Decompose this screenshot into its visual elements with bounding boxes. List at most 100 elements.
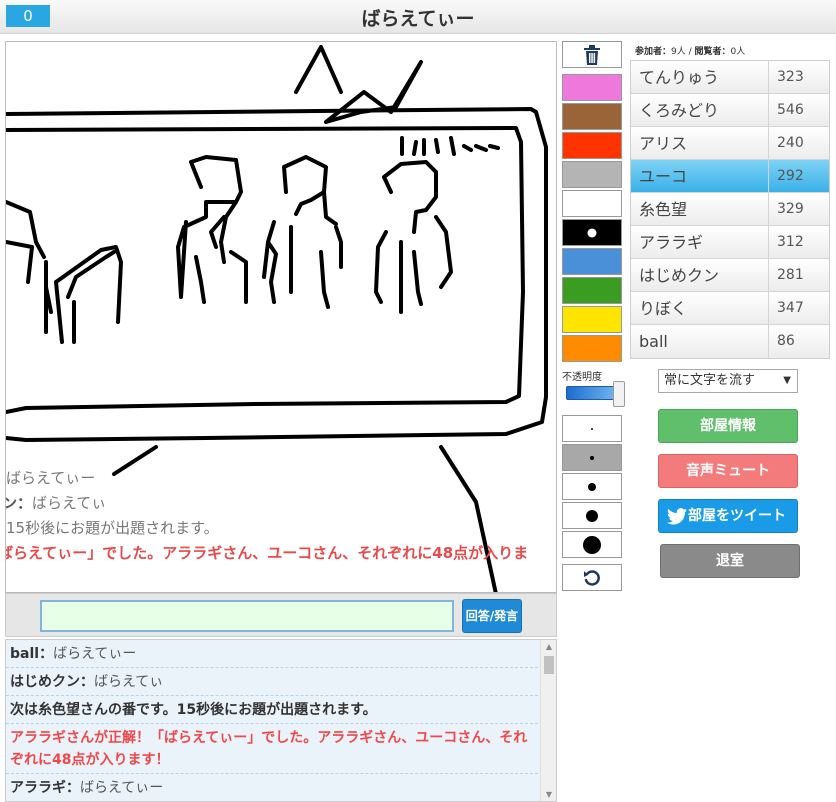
mute-button[interactable]: 音声ミュート bbox=[658, 454, 798, 488]
answer-button[interactable]: 回答/発言 bbox=[462, 599, 522, 633]
viewers-count: 0人 bbox=[730, 47, 746, 57]
scroll-thumb[interactable] bbox=[544, 656, 554, 674]
player-row: ball 86 bbox=[631, 325, 829, 358]
player-name: ユーコ bbox=[639, 167, 688, 186]
color-swatch-yellow[interactable] bbox=[562, 306, 622, 333]
flow-text: ばらえてぃ bbox=[32, 494, 107, 512]
player-row: アリス 240 bbox=[631, 127, 829, 160]
opacity-track bbox=[566, 386, 616, 400]
flow-message: ばらえてぃー」でした。アララギさん、ユーコさん、それぞれに48点が入りま bbox=[6, 542, 528, 563]
log-text: 次は糸色望さんの番です。15秒後にお題が出題されます。 bbox=[10, 702, 377, 718]
player-list: てんりゅう 323 くろみどり 546 アリス 240 ユーコ 292 糸色望 329 ア… bbox=[630, 60, 830, 359]
log-entry: アララギさんが正解！「ばらえてぃー」でした。アララギさん、ユーコさん、それぞれに… bbox=[6, 724, 538, 774]
log-text: ばらえてぃ bbox=[94, 674, 164, 690]
opacity-knob[interactable] bbox=[613, 381, 625, 407]
log-scrollbar[interactable]: ▲ ▼ bbox=[540, 640, 556, 801]
player-score: 323 bbox=[768, 61, 831, 94]
player-score: 329 bbox=[768, 193, 831, 226]
brush-dot bbox=[586, 509, 598, 522]
text-flow-select-value: 常に文字を流す bbox=[664, 373, 756, 388]
color-swatch-black[interactable] bbox=[562, 219, 622, 246]
flow-message: ン：ばらえてぃ bbox=[5, 492, 107, 513]
log-name: ball： bbox=[10, 646, 54, 662]
brush-dot bbox=[588, 482, 596, 491]
player-score: 292 bbox=[768, 160, 831, 193]
color-swatch-red[interactable] bbox=[562, 132, 622, 159]
flow-text: 15秒後にお題が出題されます。 bbox=[6, 519, 219, 537]
undo-button[interactable] bbox=[562, 564, 622, 591]
player-score: 347 bbox=[768, 292, 831, 325]
player-row-active: ユーコ 292 bbox=[631, 160, 829, 193]
chevron-down-icon: ▼ bbox=[783, 375, 791, 386]
player-name: はじめクン bbox=[639, 266, 720, 285]
flow-message: 15秒後にお題が出題されます。 bbox=[6, 517, 219, 538]
log-name: はじめクン： bbox=[10, 674, 94, 690]
player-score: 546 bbox=[768, 94, 831, 127]
opacity-slider[interactable] bbox=[566, 381, 625, 407]
player-name: りぼく bbox=[639, 299, 688, 318]
answer-bar: 回答/発言 bbox=[5, 593, 557, 637]
color-swatch-white[interactable] bbox=[562, 190, 622, 217]
player-name: てんりゅう bbox=[639, 68, 720, 87]
log-entry: ball：ばらえてぃー bbox=[6, 640, 538, 668]
room-stats: 参加者：9人 / 閲覧者：0人 bbox=[635, 44, 745, 57]
twitter-bird-icon bbox=[667, 508, 687, 525]
text-flow-select[interactable]: 常に文字を流す ▼ bbox=[658, 369, 798, 393]
brush-size-5[interactable] bbox=[562, 531, 622, 558]
brush-size-2[interactable] bbox=[562, 444, 622, 471]
log-text: ばらえてぃー bbox=[53, 646, 137, 662]
flow-text: ばらえてぃー bbox=[6, 469, 96, 487]
player-row: てんりゅう 323 bbox=[631, 61, 829, 94]
room-info-button[interactable]: 部屋情報 bbox=[658, 409, 798, 443]
log-entry: アララギ：ばらえてぃー bbox=[6, 774, 538, 801]
player-row: くろみどり 546 bbox=[631, 94, 829, 127]
brush-dot bbox=[583, 535, 601, 554]
player-score: 281 bbox=[768, 259, 831, 292]
flow-message: ばらえてぃー bbox=[6, 467, 95, 488]
color-swatch-blue[interactable] bbox=[562, 248, 622, 275]
participants-label: 参加者： bbox=[635, 47, 672, 57]
player-name: くろみどり bbox=[639, 101, 720, 120]
clear-canvas-button[interactable] bbox=[562, 41, 622, 68]
player-name: ball bbox=[639, 332, 668, 351]
brush-dot bbox=[591, 427, 593, 430]
drawing-canvas[interactable]: ばらえてぃー ン：ばらえてぃ 15秒後にお題が出題されます。 ばらえてぃー」でし… bbox=[5, 41, 557, 593]
color-swatch-green[interactable] bbox=[562, 277, 622, 304]
color-swatch-pink[interactable] bbox=[562, 74, 622, 101]
color-swatch-orange[interactable] bbox=[562, 335, 622, 362]
player-row: アララギ 312 bbox=[631, 226, 829, 259]
player-name: 糸色望 bbox=[639, 200, 688, 219]
trash-icon bbox=[584, 44, 600, 65]
player-score: 86 bbox=[768, 325, 831, 358]
log-text: ばらえてぃー bbox=[80, 780, 164, 796]
top-bar: 0 ばらえてぃー bbox=[0, 0, 836, 34]
player-name: アララギ bbox=[639, 233, 704, 252]
player-name: アリス bbox=[639, 134, 688, 153]
tweet-button-label: 部屋をツイート bbox=[688, 508, 786, 524]
chat-log[interactable]: ball：ばらえてぃー はじめクン：ばらえてぃ 次は糸色望さんの番です。15秒後… bbox=[5, 639, 557, 802]
undo-icon bbox=[584, 569, 600, 586]
brush-dot bbox=[590, 455, 594, 460]
color-swatch-gray[interactable] bbox=[562, 161, 622, 188]
log-name: アララギ： bbox=[10, 780, 80, 796]
player-score: 312 bbox=[768, 226, 831, 259]
scroll-up-icon[interactable]: ▲ bbox=[541, 642, 556, 651]
player-row: はじめクン 281 bbox=[631, 259, 829, 292]
exit-room-button[interactable]: 退室 bbox=[660, 544, 800, 578]
stats-separator: / bbox=[685, 47, 695, 57]
page-title: ばらえてぃー bbox=[361, 8, 475, 30]
participants-count: 9人 bbox=[671, 47, 686, 57]
log-entry: 次は糸色望さんの番です。15秒後にお題が出題されます。 bbox=[6, 696, 538, 724]
log-text: アララギさんが正解！「ばらえてぃー」でした。アララギさん、ユーコさん、それぞれに… bbox=[10, 730, 528, 768]
tweet-button[interactable]: 部屋をツイート bbox=[658, 499, 798, 533]
flow-name: ン： bbox=[5, 494, 33, 512]
scroll-down-icon[interactable]: ▼ bbox=[541, 790, 556, 799]
color-swatch-brown[interactable] bbox=[562, 103, 622, 130]
log-entry: はじめクン：ばらえてぃ bbox=[6, 668, 538, 696]
brush-size-1[interactable] bbox=[562, 415, 622, 442]
player-row: りぼく 347 bbox=[631, 292, 829, 325]
brush-size-3[interactable] bbox=[562, 473, 622, 500]
player-score: 240 bbox=[768, 127, 831, 160]
brush-size-4[interactable] bbox=[562, 502, 622, 529]
answer-input[interactable] bbox=[40, 600, 454, 632]
